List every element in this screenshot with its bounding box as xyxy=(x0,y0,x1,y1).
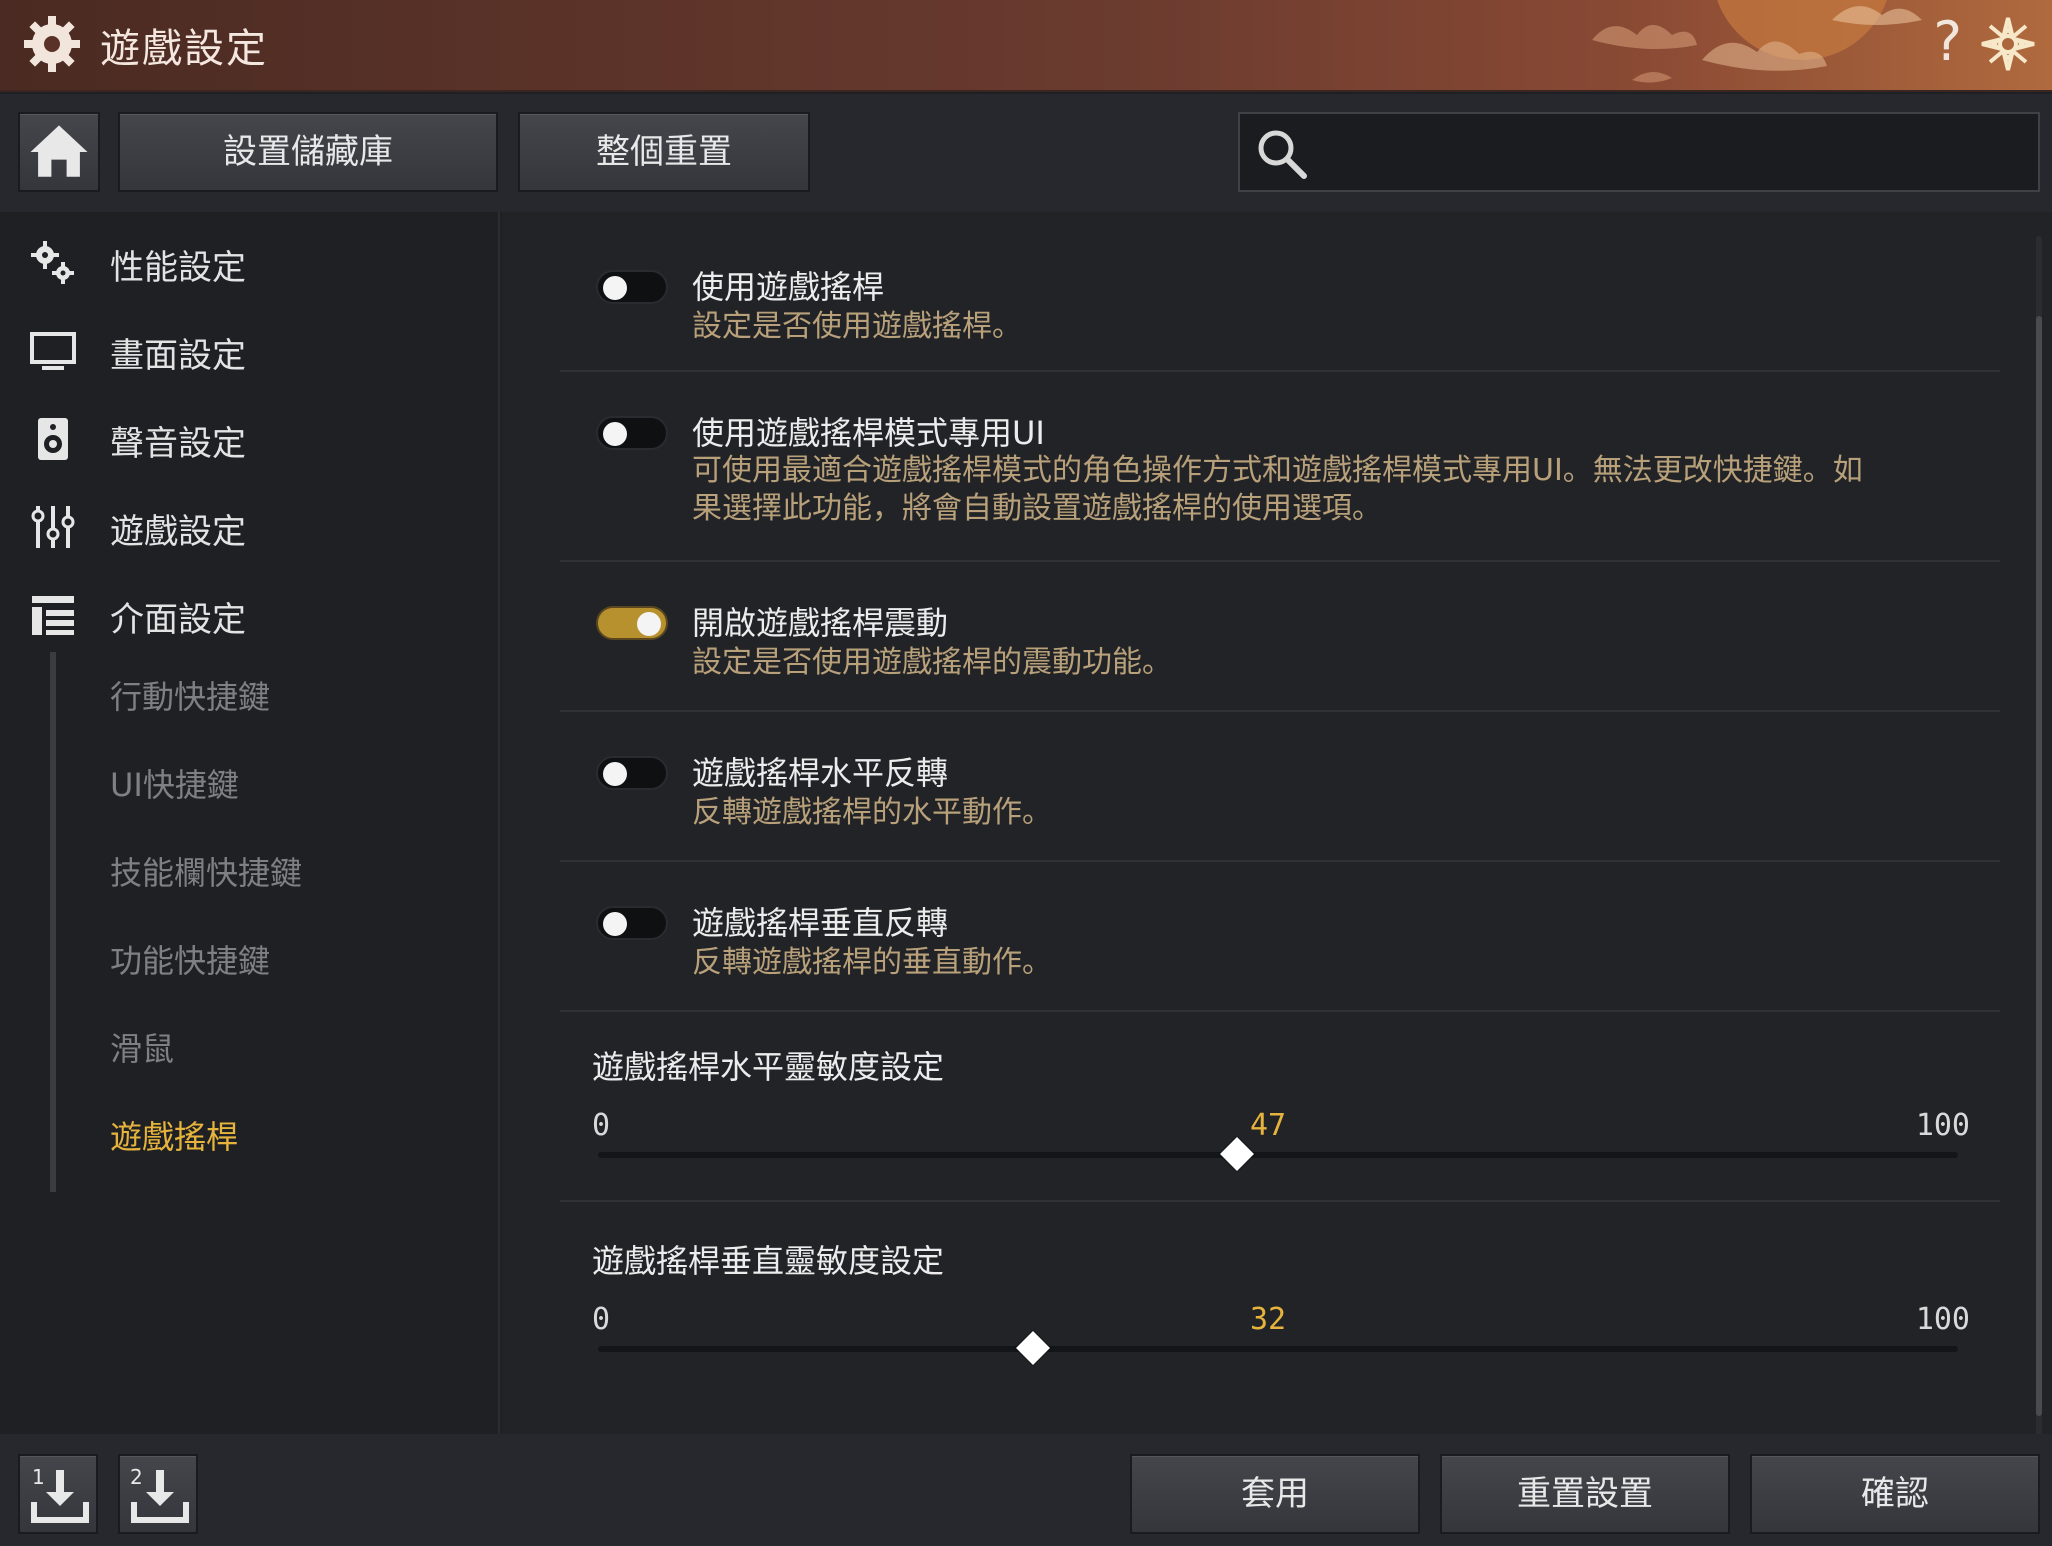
setting-desc: 可使用最適合遊戲搖桿模式的角色操作方式和遊戲搖桿模式專用UI。無法更改快捷鍵。如… xyxy=(692,453,1863,526)
window-title: 遊戲設定 xyxy=(100,26,268,72)
subitem-skillbar-hotkeys[interactable]: 技能欄快捷鍵 xyxy=(110,848,302,894)
slider-thumb[interactable] xyxy=(1016,1331,1051,1365)
slider-max: 100 xyxy=(1915,1302,1970,1337)
toggle-knob xyxy=(603,912,627,936)
gear-icon xyxy=(24,16,80,72)
monitor-icon xyxy=(30,332,76,370)
subitem-action-hotkeys[interactable]: 行動快捷鍵 xyxy=(110,672,270,718)
scrollbar[interactable] xyxy=(2036,236,2042,1436)
reset-all-button[interactable]: 整個重置 xyxy=(518,112,810,192)
sidebar-item-game[interactable]: 遊戲設定 xyxy=(0,486,500,566)
download-icon: 2 xyxy=(130,1465,189,1523)
close-icon[interactable] xyxy=(1978,14,2038,74)
slider-title: 遊戲搖桿垂直靈敏度設定 xyxy=(592,1242,945,1280)
toggle-gamepad-vibration[interactable] xyxy=(596,606,668,640)
slider-title: 遊戲搖桿水平靈敏度設定 xyxy=(592,1048,945,1086)
slider-track[interactable] xyxy=(598,1152,1958,1158)
preset-1-button[interactable]: 1 xyxy=(18,1454,98,1534)
settings-panel: 使用遊戲搖桿 設定是否使用遊戲搖桿。 使用遊戲搖桿模式專用UI 可使用最適合遊戲… xyxy=(502,212,2052,1436)
subitem-function-hotkeys[interactable]: 功能快捷鍵 xyxy=(110,936,270,982)
slider-track[interactable] xyxy=(598,1346,1958,1352)
reset-settings-button[interactable]: 重置設置 xyxy=(1440,1454,1730,1534)
preset-number: 1 xyxy=(32,1465,45,1489)
setting-desc: 設定是否使用遊戲搖桿。 xyxy=(692,309,1022,344)
home-button[interactable] xyxy=(18,112,100,192)
setting-title: 開啟遊戲搖桿震動 xyxy=(692,604,949,642)
preset-number: 2 xyxy=(130,1465,143,1489)
toggle-use-gamepad[interactable] xyxy=(596,270,668,304)
toggle-knob xyxy=(603,276,627,300)
slider-value: 32 xyxy=(1250,1302,1287,1337)
setting-desc: 反轉遊戲搖桿的垂直動作。 xyxy=(692,945,1052,980)
horizontal-sensitivity-slider: 遊戲搖桿水平靈敏度設定 0 47 100 xyxy=(560,1042,2000,1202)
setting-row: 遊戲搖桿水平反轉 反轉遊戲搖桿的水平動作。 xyxy=(560,712,2000,862)
sliders-icon xyxy=(31,506,75,548)
slider-min: 0 xyxy=(592,1108,611,1143)
vertical-sensitivity-slider: 遊戲搖桿垂直靈敏度設定 0 32 100 xyxy=(560,1236,2000,1396)
sidebar-item-label: 畫面設定 xyxy=(110,336,246,376)
help-button[interactable]: ? xyxy=(1933,10,1962,73)
sidebar-item-display[interactable]: 畫面設定 xyxy=(0,310,500,390)
setting-row: 開啟遊戲搖桿震動 設定是否使用遊戲搖桿的震動功能。 xyxy=(560,562,2000,712)
sidebar-item-label: 遊戲設定 xyxy=(110,512,246,552)
toolbar: 設置儲藏庫 整個重置 xyxy=(0,94,2052,212)
setting-title: 遊戲搖桿水平反轉 xyxy=(692,754,949,792)
sidebar-item-label: 介面設定 xyxy=(110,600,246,640)
sidebar-item-sound[interactable]: 聲音設定 xyxy=(0,398,500,478)
title-bar: 遊戲設定 ? xyxy=(0,0,2052,92)
confirm-button[interactable]: 確認 xyxy=(1750,1454,2040,1534)
gears-icon xyxy=(31,241,74,284)
download-icon: 1 xyxy=(31,1465,89,1523)
sidebar-item-interface[interactable]: 介面設定 xyxy=(0,574,500,654)
toggle-knob xyxy=(603,762,627,786)
sidebar-item-performance[interactable]: 性能設定 xyxy=(0,222,500,302)
search-box[interactable] xyxy=(1238,112,2040,192)
toggle-knob xyxy=(603,422,627,446)
scrollbar-thumb[interactable] xyxy=(2036,316,2042,1416)
sidebar-item-label: 性能設定 xyxy=(110,248,246,288)
search-input[interactable] xyxy=(1330,124,2020,180)
subitem-mouse[interactable]: 滑鼠 xyxy=(110,1024,174,1070)
setting-row: 遊戲搖桿垂直反轉 反轉遊戲搖桿的垂直動作。 xyxy=(560,862,2000,1012)
subitem-gamepad[interactable]: 遊戲搖桿 xyxy=(110,1112,238,1158)
home-icon xyxy=(30,125,88,177)
toggle-knob xyxy=(637,612,661,636)
setting-row: 使用遊戲搖桿模式專用UI 可使用最適合遊戲搖桿模式的角色操作方式和遊戲搖桿模式專… xyxy=(560,372,2000,562)
toggle-horizontal-invert[interactable] xyxy=(596,756,668,790)
subitem-ui-hotkeys[interactable]: UI快捷鍵 xyxy=(110,760,239,806)
settings-storage-button[interactable]: 設置儲藏庫 xyxy=(118,112,498,192)
apply-button[interactable]: 套用 xyxy=(1130,1454,1420,1534)
setting-row: 使用遊戲搖桿 設定是否使用遊戲搖桿。 xyxy=(560,222,2000,372)
setting-title: 遊戲搖桿垂直反轉 xyxy=(692,904,949,942)
slider-value: 47 xyxy=(1250,1108,1287,1143)
setting-title: 使用遊戲搖桿 xyxy=(692,268,885,306)
layout-icon xyxy=(32,596,74,635)
sidebar-item-label: 聲音設定 xyxy=(110,424,246,464)
submenu-line xyxy=(50,652,56,1192)
setting-title: 使用遊戲搖桿模式專用UI xyxy=(692,414,1045,452)
toggle-vertical-invert[interactable] xyxy=(596,906,668,940)
cloud-decoration xyxy=(1592,0,1922,83)
sidebar: 性能設定 畫面設定 聲音設定 遊戲設定 介面設定 行動快捷鍵 UI快捷鍵 技能欄… xyxy=(0,212,500,1434)
setting-desc: 設定是否使用遊戲搖桿的震動功能。 xyxy=(692,645,1172,680)
search-icon xyxy=(1258,130,1307,179)
slider-min: 0 xyxy=(592,1302,611,1337)
bottom-bar: 1 2 套用 重置設置 確認 xyxy=(0,1434,2052,1546)
speaker-icon xyxy=(38,418,68,460)
slider-max: 100 xyxy=(1915,1108,1970,1143)
toggle-gamepad-ui[interactable] xyxy=(596,416,668,450)
preset-2-button[interactable]: 2 xyxy=(118,1454,198,1534)
setting-desc: 反轉遊戲搖桿的水平動作。 xyxy=(692,795,1052,830)
